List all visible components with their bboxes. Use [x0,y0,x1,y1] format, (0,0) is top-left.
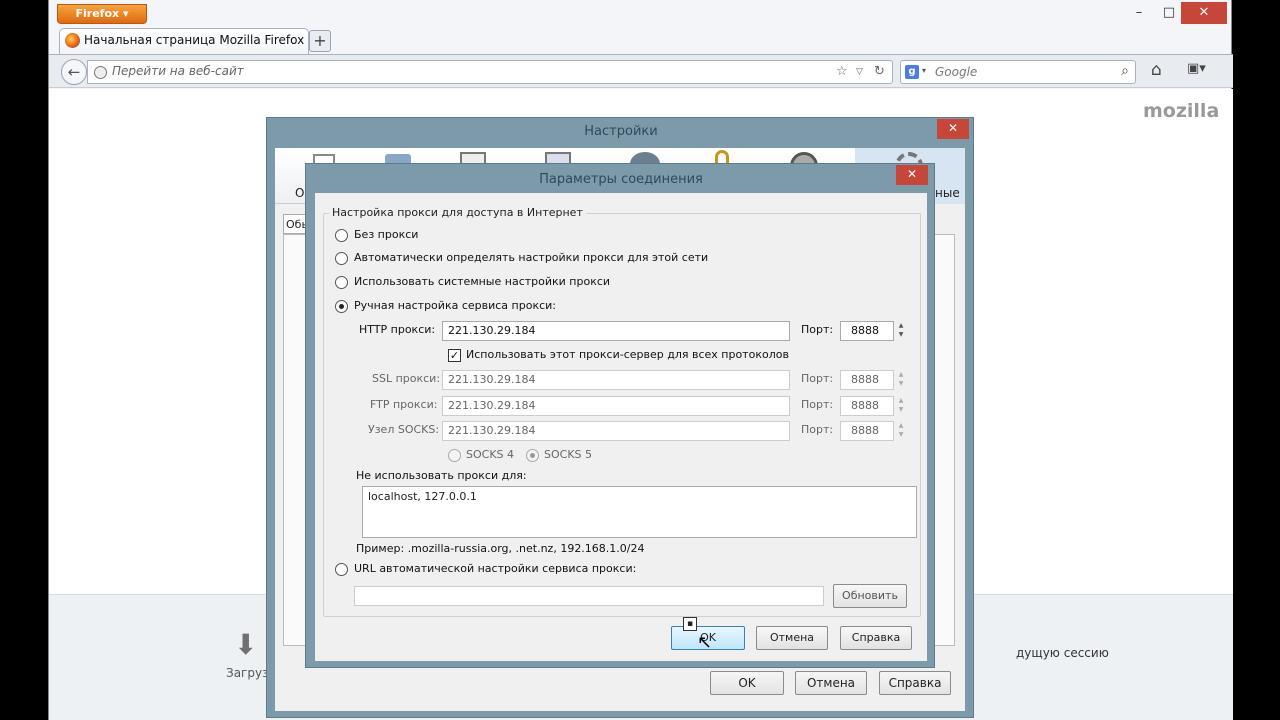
socks5-label[interactable]: SOCKS 5 [544,448,592,461]
use-for-all-label[interactable]: Использовать этот прокси-сервер для всех… [466,348,789,361]
connection-title: Параметры соединения [539,172,703,187]
connection-body: Настройка прокси для доступа в Интернет … [315,193,927,661]
no-proxy-for-label: Не использовать прокси для: [356,469,527,482]
use-for-all-checkbox[interactable]: ✓ [448,349,461,362]
http-proxy-input[interactable]: 221.130.29.184 [442,321,790,341]
radio-manual-proxy[interactable] [335,300,348,313]
socks-host-input[interactable]: 221.130.29.184 [442,421,790,441]
connection-settings-dialog: Параметры соединения ✕ Настройка прокси … [305,163,935,668]
system-proxy-label[interactable]: Использовать системные настройки прокси [354,275,610,288]
ssl-port-label: Порт: [801,372,834,385]
auto-url-input[interactable] [354,586,824,606]
firefox-icon [65,33,80,48]
ssl-proxy-label: SSL прокси: [372,372,441,385]
download-arrow-icon[interactable]: ⬇ [234,628,257,661]
socks-port-stepper[interactable]: ▲ ▼ [895,421,907,441]
back-arrow-icon[interactable]: ← [61,59,87,85]
ftp-port-stepper[interactable]: ▲ ▼ [895,396,907,416]
settings-cancel-button[interactable]: Отмена [795,671,867,695]
home-icon[interactable]: ⌂ [1151,60,1162,80]
auto-detect-label[interactable]: Автоматически определять настройки прокс… [354,251,708,264]
tab-title: Начальная страница Mozilla Firefox [84,33,305,47]
google-engine-icon[interactable]: g [905,65,919,79]
auto-url-label[interactable]: URL автоматической настройки сервиса про… [354,562,636,575]
reload-icon[interactable]: ↻ [874,64,885,79]
firefox-menu-button[interactable]: Firefox ▾ [57,4,147,24]
radio-socks5[interactable] [526,449,539,462]
radio-system-proxy[interactable] [335,276,348,289]
http-port-label: Порт: [801,323,834,336]
ftp-proxy-label: FTP прокси: [370,398,438,411]
settings-ok-button[interactable]: OK [710,671,784,695]
close-icon[interactable]: ✕ [937,119,969,139]
mouse-pointer-icon: ↖ [697,632,713,653]
socks-port-input[interactable]: 8888 [840,421,894,441]
settings-help-button[interactable]: Справка [879,671,951,695]
no-proxy-label[interactable]: Без прокси [354,228,418,241]
bookmarks-menu-icon[interactable]: ▣▾ [1187,61,1206,76]
radio-auto-url[interactable] [335,563,348,576]
socks-host-label: Узел SOCKS: [368,423,440,436]
help-button[interactable]: Справка [840,626,912,650]
radio-auto-detect[interactable] [335,252,348,265]
ftp-port-input[interactable]: 8888 [840,396,894,416]
no-proxy-for-textarea[interactable]: localhost, 127.0.0.1 [362,486,917,538]
url-input[interactable]: Перейти на веб-сайт ☆ ▽ ↻ [87,60,893,84]
search-input[interactable]: g ▾ Google ⌕ [900,60,1136,84]
new-tab-button[interactable]: + [309,30,331,52]
http-proxy-label: HTTP прокси: [359,323,436,336]
search-icon[interactable]: ⌕ [1121,63,1129,79]
group-title: Настройка прокси для доступа в Интернет [329,206,586,219]
tab-home[interactable]: Начальная страница Mozilla Firefox [59,28,309,54]
history-dropdown-icon[interactable]: ▽ [856,67,863,77]
search-placeholder: Google [935,65,978,79]
mouse-cursor-badge-icon: ▪ [683,617,697,631]
mozilla-logo: mozilla [1143,100,1220,122]
bookmark-star-icon[interactable]: ☆ [836,64,848,79]
close-window-button[interactable]: ✕ [1181,2,1227,24]
ftp-port-label: Порт: [801,398,834,411]
tab-advanced-label[interactable]: ные [935,186,960,200]
globe-icon [94,66,107,79]
socks-port-label: Порт: [801,423,834,436]
ftp-proxy-input[interactable]: 221.130.29.184 [442,396,790,416]
cancel-button[interactable]: Отмена [756,626,828,650]
radio-no-proxy[interactable] [335,229,348,242]
navigation-bar: ← Перейти на веб-сайт ☆ ▽ ↻ g ▾ Google ⌕… [49,54,1233,88]
ssl-proxy-input[interactable]: 221.130.29.184 [442,370,790,390]
http-port-stepper[interactable]: ▲ ▼ [895,321,907,341]
url-placeholder: Перейти на веб-сайт [112,64,244,78]
radio-socks4[interactable] [448,449,461,462]
close-icon[interactable]: ✕ [896,165,928,185]
restore-session-link[interactable]: дущую сессию [1016,646,1109,660]
manual-proxy-label[interactable]: Ручная настройка сервиса прокси: [354,299,556,312]
ssl-port-stepper[interactable]: ▲ ▼ [895,370,907,390]
engine-dropdown-icon[interactable]: ▾ [922,66,926,75]
socks4-label[interactable]: SOCKS 4 [466,448,514,461]
reload-button[interactable]: Обновить [833,584,907,608]
ssl-port-input[interactable]: 8888 [840,370,894,390]
http-port-input[interactable]: 8888 [840,321,894,341]
settings-title: Настройки [584,124,658,139]
example-hint: Пример: .mozilla-russia.org, .net.nz, 19… [356,542,645,555]
